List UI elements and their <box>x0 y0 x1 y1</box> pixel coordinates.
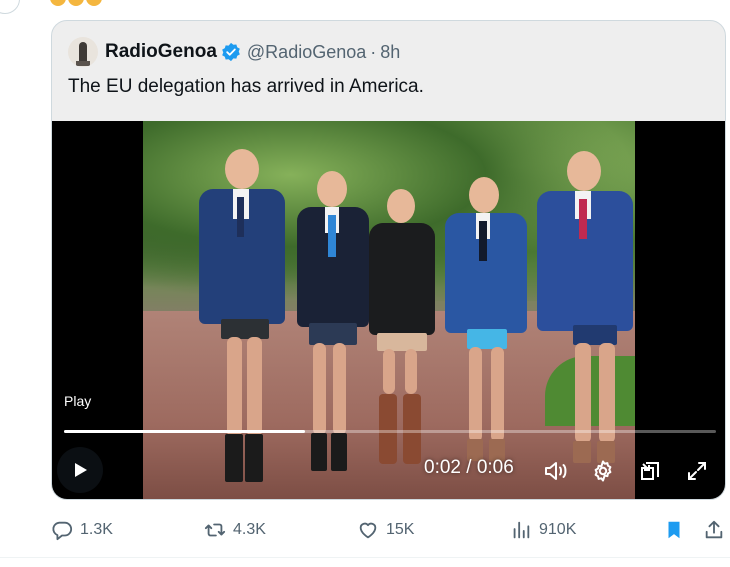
emoji-face <box>86 0 102 6</box>
post-time[interactable]: 8h <box>380 42 400 63</box>
video-player[interactable]: Play 0:02 / 0:06 <box>52 121 725 499</box>
volume-button[interactable] <box>542 457 570 485</box>
emoji-face <box>50 0 66 6</box>
video-progress-bar[interactable] <box>64 430 716 433</box>
person-figure <box>183 149 293 499</box>
header-separator: · <box>370 41 377 62</box>
person-figure <box>365 189 439 489</box>
play-icon <box>75 463 87 477</box>
avatar-statue-base <box>76 61 90 66</box>
views-analytics-icon <box>513 521 530 539</box>
views-count: 910K <box>539 521 577 538</box>
video-timecode: 0:02 / 0:06 <box>424 457 514 479</box>
person-figure <box>533 151 635 491</box>
duration: 0:06 <box>476 457 514 478</box>
emoji-strip <box>50 0 102 6</box>
emoji-face <box>68 0 84 6</box>
picture-in-picture-icon <box>641 462 659 480</box>
author-avatar[interactable] <box>68 37 98 67</box>
current-time: 0:02 <box>424 457 461 478</box>
repost-button[interactable]: 4.3K <box>204 513 266 547</box>
time-separator: / <box>460 457 477 478</box>
fullscreen-icon <box>688 462 706 480</box>
person-figure <box>439 177 533 487</box>
tweet-action-bar: 1.3K 4.3K 15K 910K <box>51 513 730 547</box>
video-progress-fill <box>64 430 306 433</box>
author-handle[interactable]: @RadioGenoa <box>247 42 366 63</box>
volume-icon <box>545 462 567 480</box>
reply-icon <box>52 521 73 541</box>
previous-tweet-avatar-edge <box>0 0 20 14</box>
quoted-tweet-card[interactable]: RadioGenoa @RadioGenoa · 8h The EU deleg… <box>51 20 726 500</box>
quoted-tweet-text: The EU delegation has arrived in America… <box>68 76 424 97</box>
video-frame <box>143 121 635 499</box>
repost-icon <box>204 523 226 537</box>
reply-count: 1.3K <box>80 521 113 538</box>
share-icon <box>705 520 723 539</box>
tweet-divider <box>0 557 730 558</box>
views-button[interactable]: 910K <box>510 513 576 547</box>
quoted-tweet-header: RadioGenoa @RadioGenoa · 8h <box>68 37 400 67</box>
picture-in-picture-button[interactable] <box>636 457 664 485</box>
play-tooltip: Play <box>64 393 92 409</box>
bookmark-button[interactable] <box>663 513 685 547</box>
play-button[interactable] <box>57 447 103 493</box>
repost-count: 4.3K <box>233 521 266 538</box>
author-name[interactable]: RadioGenoa <box>105 41 217 63</box>
reply-button[interactable]: 1.3K <box>51 513 113 547</box>
fullscreen-button[interactable] <box>683 457 711 485</box>
settings-gear-icon <box>594 460 612 482</box>
share-button[interactable] <box>703 513 725 547</box>
person-figure <box>293 171 373 491</box>
like-heart-icon <box>359 522 377 539</box>
settings-button[interactable] <box>589 457 617 485</box>
bookmark-icon <box>668 521 680 539</box>
verified-badge-icon <box>222 42 240 62</box>
like-count: 15K <box>386 521 415 538</box>
like-button[interactable]: 15K <box>357 513 414 547</box>
